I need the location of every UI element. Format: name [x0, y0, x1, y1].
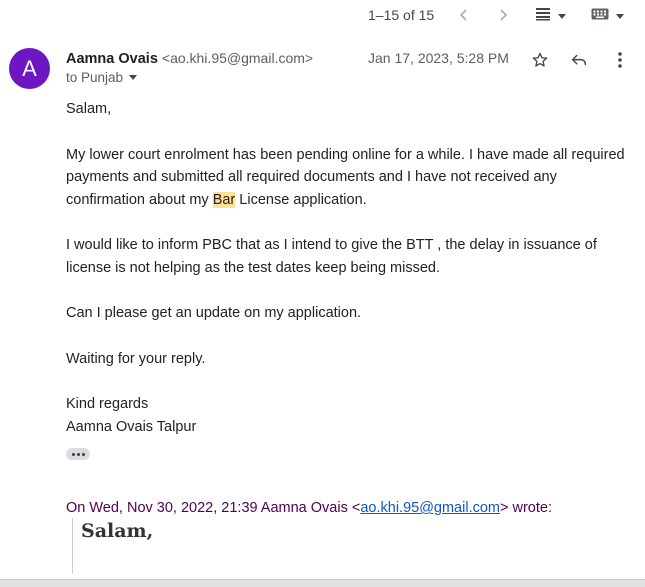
message-body: Salam, My lower court enrolment has been… — [66, 98, 636, 438]
search-highlight: Bar — [212, 191, 236, 208]
recipient-details-toggle[interactable]: to Punjab — [66, 70, 138, 85]
quote-suffix: > wrote: — [499, 500, 552, 516]
dot-icon — [71, 452, 75, 456]
reply-button[interactable] — [568, 49, 590, 71]
dot-icon — [76, 452, 80, 456]
closing: Kind regards — [66, 396, 149, 412]
sender-line: Aamna Ovais <ao.khi.95@gmail.com> — [66, 50, 313, 67]
more-vert-icon — [618, 52, 622, 68]
avatar[interactable]: A — [9, 48, 50, 89]
quoted-message: Salam, — [72, 518, 632, 574]
quoted-email-link[interactable]: ao.khi.95@gmail.com — [360, 500, 500, 516]
quote-attribution: On Wed, Nov 30, 2022, 21:39 Aamna Ovais … — [66, 500, 552, 516]
body-paragraph: I would like to inform PBC that as I int… — [66, 237, 597, 276]
more-options-button[interactable] — [609, 49, 631, 71]
body-paragraph: Waiting for your reply. — [66, 350, 206, 367]
chevron-left-icon[interactable] — [454, 5, 474, 25]
greeting: Salam, — [66, 101, 112, 117]
chevron-down-icon — [558, 13, 566, 19]
signature: Aamna Ovais Talpur — [66, 418, 197, 435]
toolbar: 1–15 of 15 — [0, 0, 645, 32]
recipient-label: to Punjab — [66, 70, 124, 85]
horizontal-scrollbar[interactable] — [0, 579, 645, 587]
star-icon — [532, 52, 548, 67]
reply-icon — [571, 54, 587, 66]
sender-name[interactable]: Aamna Ovais — [66, 51, 158, 67]
body-text: License application. — [235, 191, 367, 208]
chevron-right-icon[interactable] — [493, 5, 513, 25]
pagination-label: 1–15 of 15 — [368, 7, 435, 23]
density-icon — [535, 7, 551, 26]
message-date: Jan 17, 2023, 5:28 PM — [368, 50, 509, 66]
body-paragraph: Can I please get an update on my applica… — [66, 305, 362, 321]
quote-prefix: On Wed, Nov 30, 2022, 21:39 Aamna Ovais … — [66, 500, 361, 516]
body-paragraph: My lower court enrolment has been pendin… — [66, 144, 636, 212]
show-trimmed-content-button[interactable] — [66, 448, 90, 460]
input-tools-button[interactable] — [591, 7, 624, 25]
keyboard-icon — [591, 7, 609, 25]
chevron-down-icon — [129, 75, 138, 80]
sender-email: <ao.khi.95@gmail.com> — [161, 50, 314, 66]
density-button[interactable] — [535, 7, 566, 25]
chevron-down-icon — [616, 13, 624, 19]
dot-icon — [81, 452, 85, 456]
quoted-greeting: Salam, — [81, 520, 154, 542]
star-button[interactable] — [529, 49, 551, 71]
